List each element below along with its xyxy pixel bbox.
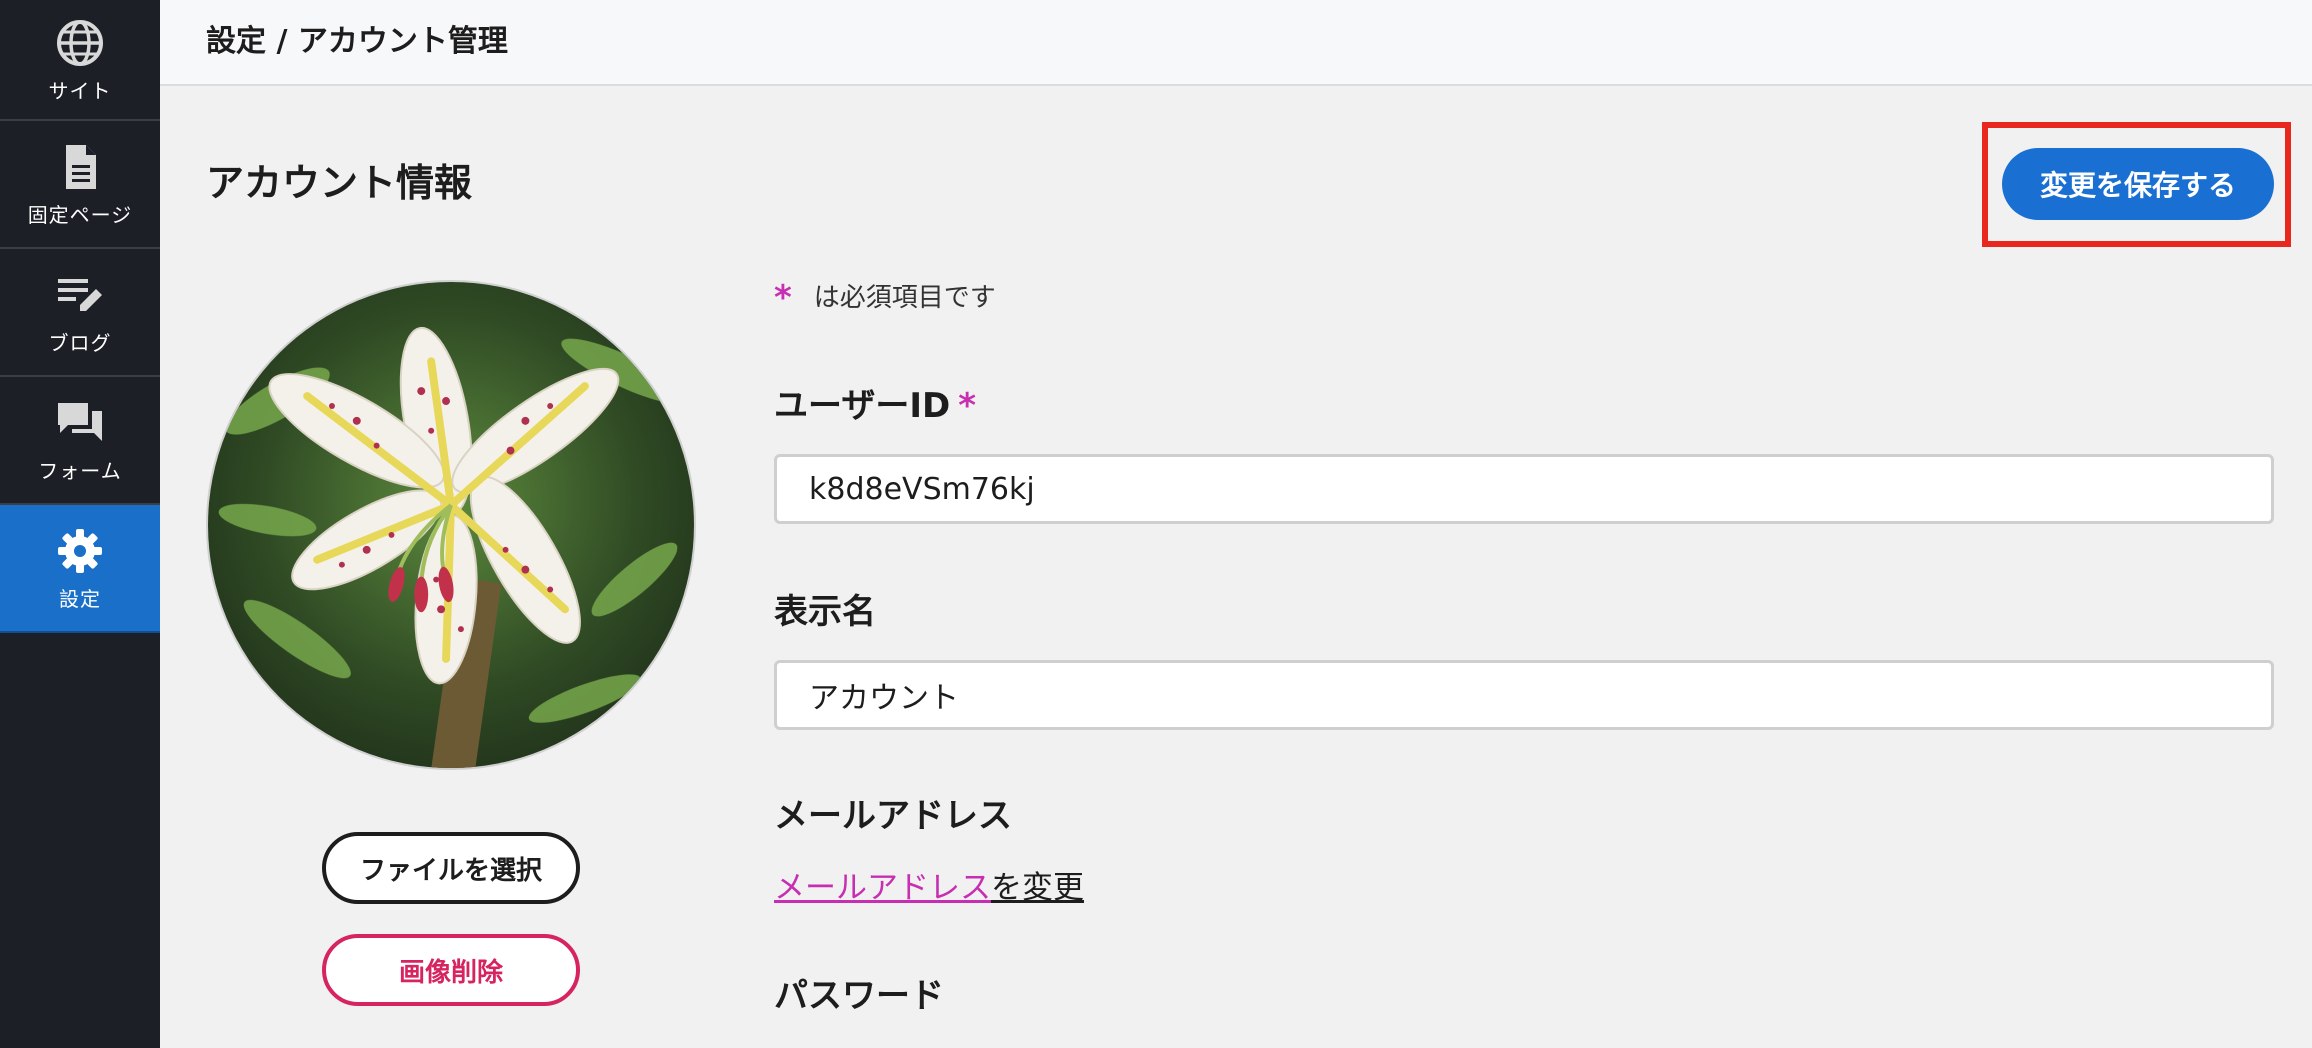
sidebar-item-label: 設定 — [59, 587, 101, 611]
chat-icon — [58, 403, 102, 441]
user-id-label-text: ユーザーID — [774, 386, 951, 426]
save-button[interactable]: 変更を保存する — [2002, 148, 2274, 220]
required-asterisk: * — [958, 386, 976, 426]
required-note: * は必須項目です — [774, 280, 996, 316]
sidebar-item-label: 固定ページ — [27, 203, 133, 227]
display-name-label: 表示名 — [774, 592, 876, 632]
globe-icon — [57, 19, 103, 66]
sidebar-item-label: ブログ — [48, 331, 112, 355]
choose-file-button[interactable]: ファイルを選択 — [322, 832, 580, 904]
sidebar-item-form[interactable]: フォーム — [0, 377, 160, 505]
top-bar: 設定 / アカウント管理 — [160, 0, 2312, 86]
gear-icon — [58, 529, 102, 573]
display-name-input[interactable] — [774, 660, 2274, 730]
delete-image-button[interactable]: 画像削除 — [322, 934, 580, 1006]
sidebar-item-label: サイト — [48, 78, 112, 103]
breadcrumb: 設定 / アカウント管理 — [206, 24, 508, 59]
avatar — [206, 280, 696, 770]
avatar-image — [208, 282, 694, 768]
user-id-input[interactable] — [774, 454, 2274, 524]
sidebar: サイト 固定ページ ブログ フォーム 設定 — [0, 0, 160, 1048]
sidebar-item-settings[interactable]: 設定 — [0, 505, 160, 633]
change-email-link[interactable]: メールアドレス — [774, 870, 991, 906]
password-label: パスワード — [774, 976, 944, 1016]
sidebar-item-label: フォーム — [38, 459, 122, 483]
edit-list-icon — [58, 279, 102, 311]
required-asterisk: * — [774, 278, 792, 318]
required-note-text: は必須項目です — [813, 283, 996, 313]
sidebar-item-blog[interactable]: ブログ — [0, 249, 160, 377]
page-title: アカウント情報 — [206, 161, 473, 205]
app-root: サイト 固定ページ ブログ フォーム 設定 設定 / アカウント管理 アカウント… — [0, 0, 2312, 1048]
user-id-label: ユーザーID * — [774, 384, 976, 428]
sidebar-item-pages[interactable]: 固定ページ — [0, 121, 160, 249]
change-email-suffix[interactable]: を変更 — [991, 870, 1084, 906]
email-change: メールアドレスを変更 — [774, 868, 1084, 908]
document-icon — [66, 145, 96, 189]
sidebar-item-site[interactable]: サイト — [0, 0, 160, 121]
email-label: メールアドレス — [774, 796, 1012, 836]
